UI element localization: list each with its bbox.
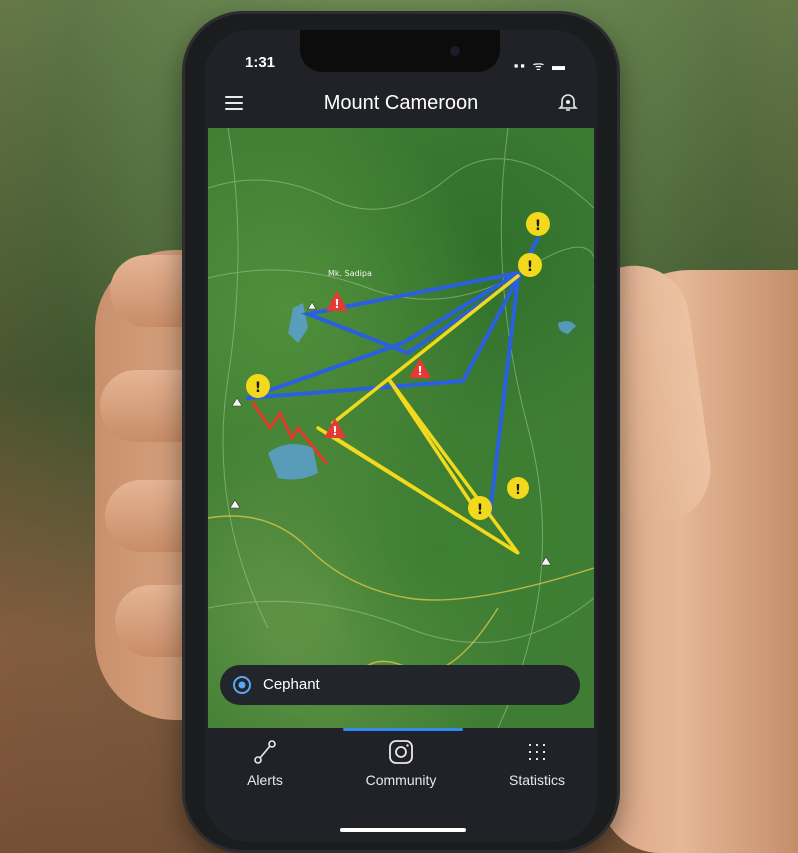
svg-text:!: ! [417, 364, 422, 378]
page-title: Mount Cameroon [323, 92, 479, 114]
lake [558, 321, 576, 334]
tab-bar: Alerts Community Statistics [205, 728, 597, 842]
map-canvas: Mk. Sadipa ! ! ! ! ! ! ! ! [208, 128, 594, 728]
hazard-icon: ! [326, 291, 348, 311]
hazard-icon: ! [324, 418, 346, 438]
search-bar[interactable]: Cephant [220, 665, 580, 705]
signal-icon: ▪▪ ᯤ ▬ [513, 58, 567, 73]
grid-icon [529, 744, 545, 760]
tab-statistics[interactable]: Statistics [477, 738, 597, 788]
warning-icon: ! [526, 212, 550, 236]
route-icon [254, 740, 276, 764]
lake [268, 444, 318, 480]
tab-label: Community [365, 772, 437, 788]
tab-alerts[interactable]: Alerts [205, 738, 325, 788]
warning-icon: ! [246, 374, 270, 398]
warning-icon: ! [468, 496, 492, 520]
search-input[interactable]: Cephant [263, 676, 320, 693]
map-label: Mk. Sadipa [328, 269, 372, 278]
status-time: 1:31 [245, 54, 276, 71]
tab-label: Alerts [247, 772, 283, 788]
warning-icon: ! [518, 253, 542, 277]
svg-text:!: ! [255, 380, 261, 396]
home-indicator[interactable] [340, 828, 466, 832]
terrain-markers [229, 301, 552, 566]
svg-text:!: ! [535, 218, 541, 234]
target-icon [233, 676, 251, 694]
app-bar: Mount Cameroon [205, 88, 597, 128]
lake [288, 303, 308, 343]
svg-text:!: ! [332, 424, 337, 438]
tab-label: Statistics [508, 772, 565, 788]
notch [300, 30, 500, 72]
map-view[interactable]: Mk. Sadipa ! ! ! ! ! ! ! ! [208, 128, 594, 728]
svg-text:!: ! [515, 483, 521, 498]
active-tab-indicator [343, 728, 463, 731]
svg-text:!: ! [334, 297, 339, 311]
warning-icon: ! [507, 477, 529, 499]
location-alert-icon[interactable] [557, 92, 579, 114]
camera-icon [450, 46, 460, 56]
route-lines [246, 236, 540, 555]
phone-screen: 1:31 ▪▪ ᯤ ▬ Mount Cameroon Mk. Sadipa ! … [205, 30, 597, 842]
tab-community[interactable]: Community [341, 738, 461, 788]
svg-text:!: ! [477, 502, 483, 518]
svg-text:!: ! [527, 259, 533, 275]
instagram-icon [389, 740, 413, 764]
